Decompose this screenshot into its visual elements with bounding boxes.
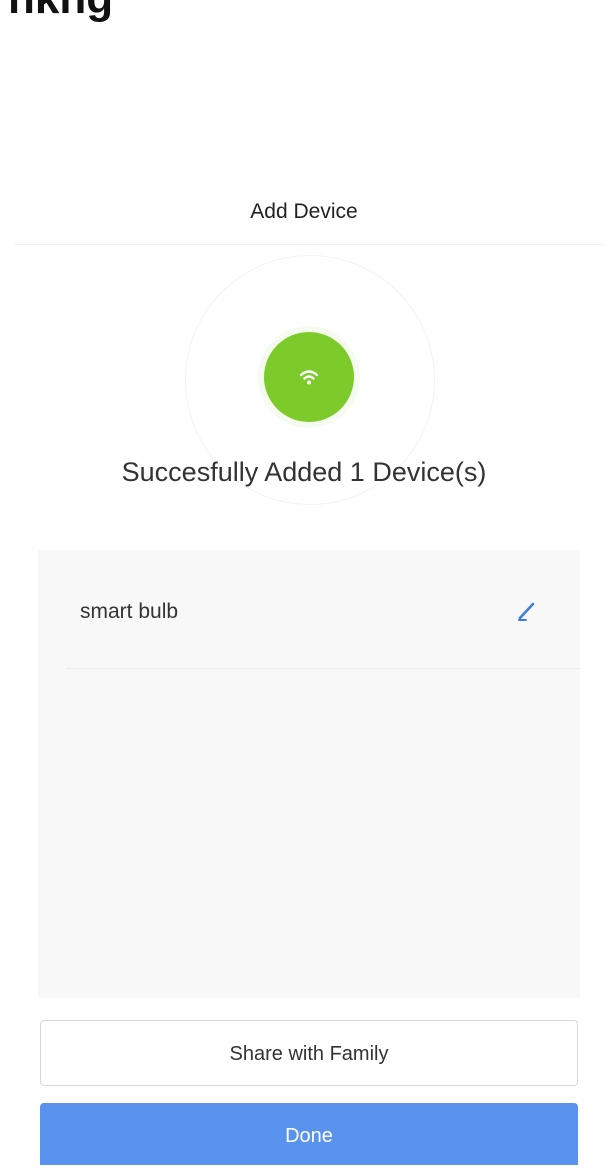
top-cut-area: nkng (0, 0, 608, 60)
wifi-icon (299, 370, 319, 385)
list-item: smart bulb (38, 550, 580, 668)
device-name: smart bulb (80, 600, 179, 623)
page-header: Add Device (0, 180, 608, 246)
pencil-icon (518, 602, 535, 621)
cut-off-heading: nkng (8, 0, 113, 24)
page-title: Add Device (250, 200, 358, 223)
row-divider (66, 668, 580, 669)
done-button[interactable]: Done (40, 1103, 578, 1165)
device-list: smart bulb (38, 550, 580, 998)
success-badge (264, 332, 354, 422)
edit-name-button[interactable] (513, 596, 541, 624)
share-with-family-button[interactable]: Share with Family (40, 1020, 578, 1086)
success-message: Succesfully Added 1 Device(s) (121, 457, 487, 487)
header-divider (15, 244, 603, 245)
